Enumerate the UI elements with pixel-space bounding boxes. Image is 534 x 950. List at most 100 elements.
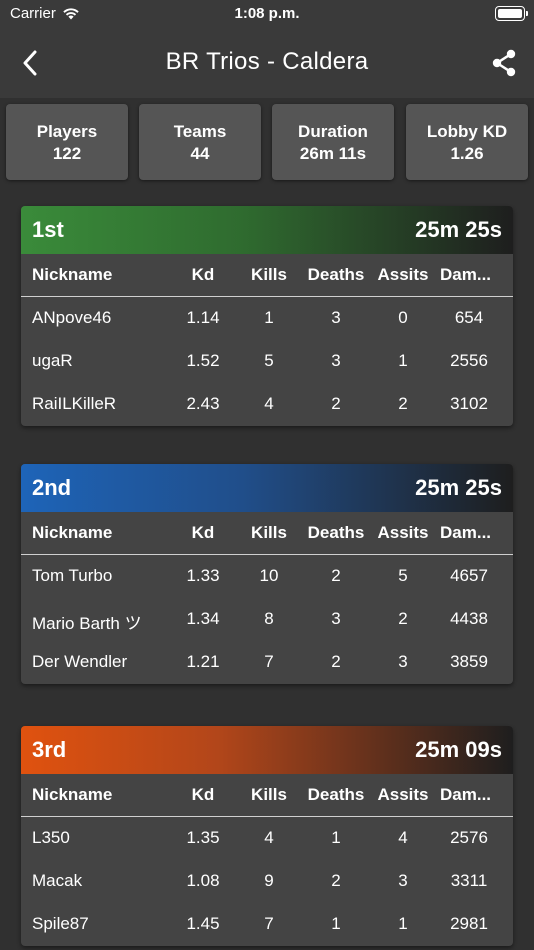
column-nickname: Nickname xyxy=(32,785,113,804)
player-kills: 8 xyxy=(264,609,274,628)
player-kd: 1.35 xyxy=(186,828,220,847)
stat-card-lobby-kd: Lobby KD 1.26 xyxy=(406,104,528,180)
player-kills: 10 xyxy=(259,566,279,585)
player-deaths: 3 xyxy=(331,308,341,327)
player-assists: 5 xyxy=(398,566,408,585)
column-damage: Dam... xyxy=(440,785,492,804)
status-time: 1:08 p.m. xyxy=(234,5,300,22)
stat-label: Players xyxy=(36,122,98,141)
player-assists: 2 xyxy=(398,394,408,413)
player-nickname: ANpove46 xyxy=(32,308,112,327)
stat-label: Lobby KD xyxy=(426,122,508,141)
player-assists: 2 xyxy=(398,609,408,628)
player-nickname: L350 xyxy=(32,828,70,847)
team-placement: 2nd xyxy=(32,475,72,500)
team-survival-time: 25m 25s xyxy=(415,217,502,242)
stat-card-players: Players 122 xyxy=(6,104,128,180)
player-assists: 1 xyxy=(398,351,408,370)
battery-icon xyxy=(495,6,528,21)
player-nickname: Der Wendler xyxy=(32,652,128,671)
status-bar: Carrier 1:08 p.m. xyxy=(0,0,534,28)
team-header: 1st 25m 25s xyxy=(21,206,513,254)
team-card-1st[interactable]: 1st 25m 25s Nickname Kd Kills Deaths Ass… xyxy=(21,206,513,426)
team-card-2nd[interactable]: 2nd 25m 25s Nickname Kd Kills Deaths Ass… xyxy=(21,464,513,684)
player-deaths: 2 xyxy=(331,566,341,585)
player-row[interactable]: ugaR 1.52 5 3 1 2556 xyxy=(21,340,513,383)
column-assists: Assits xyxy=(377,785,429,804)
player-kd: 1.21 xyxy=(186,652,220,671)
team-placement: 3rd xyxy=(32,737,67,762)
player-kills: 9 xyxy=(264,871,274,890)
column-nickname: Nickname xyxy=(32,523,113,542)
player-nickname: RaiILKilleR xyxy=(32,394,117,413)
player-kd: 2.43 xyxy=(186,394,220,413)
column-kd: Kd xyxy=(191,785,215,804)
player-kills: 4 xyxy=(264,394,274,413)
column-damage: Dam... xyxy=(440,523,492,542)
player-kd: 1.52 xyxy=(186,351,220,370)
player-row[interactable]: ANpove46 1.14 1 3 0 654 xyxy=(21,297,513,340)
player-row[interactable]: Mario Barth ツ 1.34 8 3 2 4438 xyxy=(21,598,513,641)
column-deaths: Deaths xyxy=(307,265,365,284)
player-damage: 2576 xyxy=(450,828,488,847)
stat-card-duration: Duration 26m 11s xyxy=(272,104,394,180)
player-row[interactable]: L350 1.35 4 1 4 2576 xyxy=(21,817,513,860)
player-row[interactable]: Spile87 1.45 7 1 1 2981 xyxy=(21,903,513,946)
player-kills: 7 xyxy=(264,914,274,933)
stat-card-teams: Teams 44 xyxy=(139,104,261,180)
player-deaths: 3 xyxy=(331,351,341,370)
team-survival-time: 25m 25s xyxy=(415,475,502,500)
team-placement: 1st xyxy=(32,217,64,242)
column-assists: Assits xyxy=(377,265,429,284)
table-header: Nickname Kd Kills Deaths Assits Dam... xyxy=(21,774,513,817)
table-header: Nickname Kd Kills Deaths Assits Dam... xyxy=(21,254,513,297)
player-kills: 4 xyxy=(264,828,274,847)
player-deaths: 2 xyxy=(331,394,341,413)
column-kd: Kd xyxy=(191,265,215,284)
column-deaths: Deaths xyxy=(307,523,365,542)
stat-value: 26m 11s xyxy=(299,144,367,163)
player-row[interactable]: Tom Turbo 1.33 10 2 5 4657 xyxy=(21,555,513,598)
player-kd: 1.08 xyxy=(186,871,220,890)
player-assists: 0 xyxy=(398,308,408,327)
player-deaths: 1 xyxy=(331,828,341,847)
player-kd: 1.45 xyxy=(186,914,220,933)
player-nickname: Tom Turbo xyxy=(32,566,113,585)
match-summary: Players 122 Teams 44 Duration 26m 11s Lo… xyxy=(6,104,528,180)
player-deaths: 1 xyxy=(331,914,341,933)
team-survival-time: 25m 09s xyxy=(415,737,502,762)
player-assists: 1 xyxy=(398,914,408,933)
player-row[interactable]: Der Wendler 1.21 7 2 3 3859 xyxy=(21,641,513,684)
player-damage: 2556 xyxy=(450,351,488,370)
column-assists: Assits xyxy=(377,523,429,542)
stat-label: Teams xyxy=(173,122,227,141)
team-card-3rd[interactable]: 3rd 25m 09s Nickname Kd Kills Deaths Ass… xyxy=(21,726,513,946)
column-nickname: Nickname xyxy=(32,265,113,284)
player-kills: 1 xyxy=(264,308,274,327)
player-kills: 5 xyxy=(264,351,274,370)
table-header: Nickname Kd Kills Deaths Assits Dam... xyxy=(21,512,513,555)
player-kd: 1.33 xyxy=(186,566,220,585)
player-nickname: Spile87 xyxy=(32,914,89,933)
player-assists: 4 xyxy=(398,828,408,847)
column-kills: Kills xyxy=(251,785,287,804)
stat-value: 122 xyxy=(52,144,82,163)
player-row[interactable]: RaiILKilleR 2.43 4 2 2 3102 xyxy=(21,383,513,426)
share-button[interactable] xyxy=(488,46,520,80)
column-deaths: Deaths xyxy=(307,785,365,804)
column-damage: Dam... xyxy=(440,265,492,284)
column-kills: Kills xyxy=(251,523,287,542)
player-damage: 4438 xyxy=(450,609,488,628)
team-header: 3rd 25m 09s xyxy=(21,726,513,774)
stat-label: Duration xyxy=(298,122,368,141)
stat-value: 44 xyxy=(190,144,210,163)
navigation-bar: BR Trios - Caldera xyxy=(0,28,534,98)
player-row[interactable]: Macak 1.08 9 2 3 3311 xyxy=(21,860,513,903)
team-header: 2nd 25m 25s xyxy=(21,464,513,512)
player-deaths: 2 xyxy=(331,871,341,890)
player-damage: 2981 xyxy=(450,914,488,933)
column-kills: Kills xyxy=(251,265,287,284)
share-icon xyxy=(492,49,516,77)
player-damage: 654 xyxy=(454,308,484,327)
player-deaths: 2 xyxy=(331,652,341,671)
